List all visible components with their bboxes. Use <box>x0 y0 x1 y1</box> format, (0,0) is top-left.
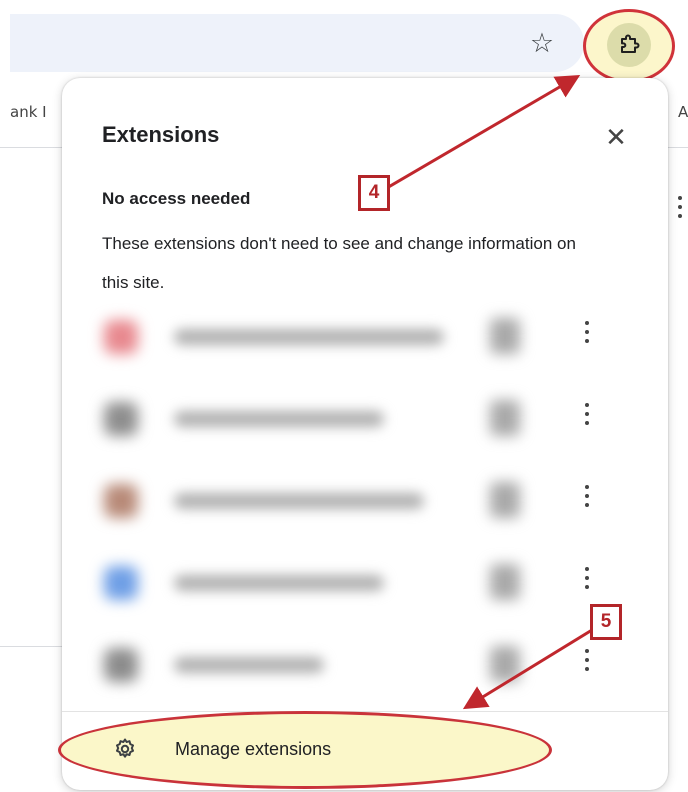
arrow-5 <box>462 628 593 710</box>
step-badge-5: 5 <box>590 604 622 640</box>
annotation-arrows <box>379 74 593 710</box>
step-badge-4: 4 <box>358 175 390 211</box>
arrow-4 <box>379 74 581 194</box>
